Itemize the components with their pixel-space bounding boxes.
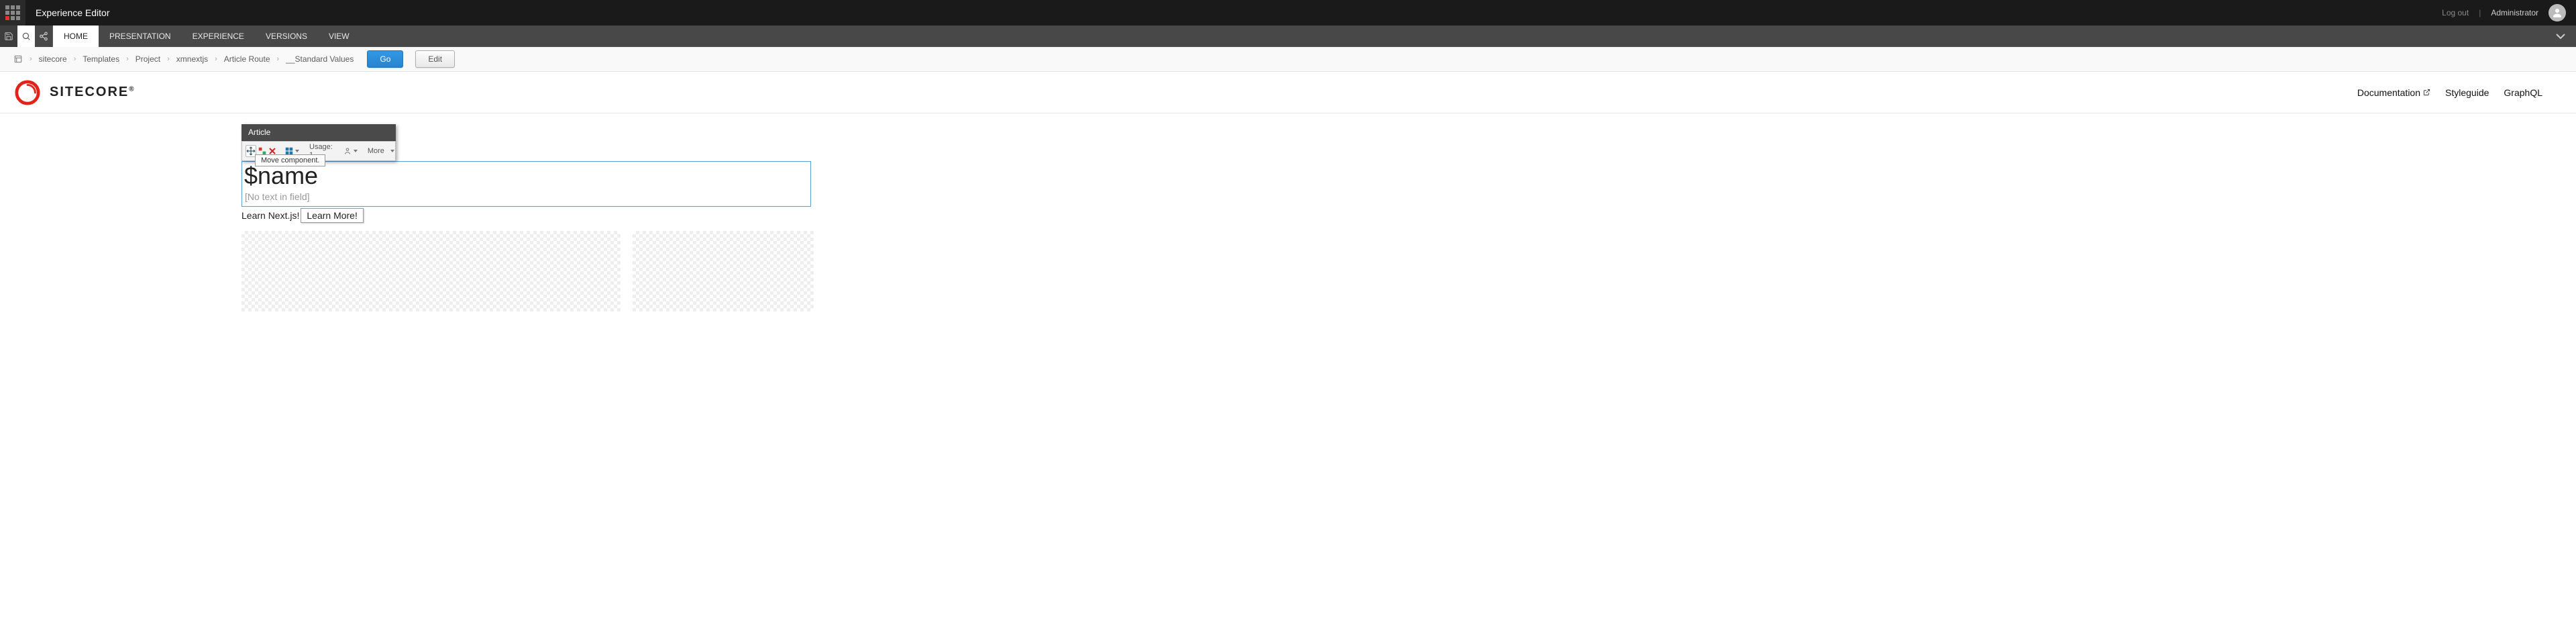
ribbon-quick-icons bbox=[0, 26, 53, 47]
breadcrumb-sep: › bbox=[277, 55, 280, 63]
separator: | bbox=[2479, 8, 2481, 17]
empty-text-field[interactable]: [No text in field] bbox=[242, 190, 810, 206]
save-icon[interactable] bbox=[0, 26, 17, 47]
user-name[interactable]: Administrator bbox=[2491, 8, 2538, 17]
brand-name: SITECORE® bbox=[50, 85, 136, 100]
edit-frame[interactable]: $name [No text in field] bbox=[241, 161, 811, 207]
top-header: Experience Editor Log out | Administrato… bbox=[0, 0, 2576, 26]
share-icon[interactable] bbox=[35, 26, 52, 47]
breadcrumb-item[interactable]: xmnextjs bbox=[176, 54, 208, 64]
ribbon-left: HOME PRESENTATION EXPERIENCE VERSIONS VI… bbox=[0, 26, 360, 47]
tab-home[interactable]: HOME bbox=[53, 26, 99, 47]
breadcrumb-home-icon[interactable] bbox=[13, 54, 23, 64]
breadcrumb-item[interactable]: sitecore bbox=[39, 54, 67, 64]
tab-versions[interactable]: VERSIONS bbox=[255, 26, 318, 47]
breadcrumb-bar: › sitecore › Templates › Project › xmnex… bbox=[0, 47, 2576, 72]
breadcrumb-item[interactable]: __Standard Values bbox=[286, 54, 354, 64]
go-button[interactable]: Go bbox=[367, 50, 403, 68]
breadcrumb-item[interactable]: Article Route bbox=[224, 54, 270, 64]
avatar-icon[interactable] bbox=[2548, 4, 2566, 21]
app-launcher-icon[interactable] bbox=[0, 0, 25, 26]
tab-presentation[interactable]: PRESENTATION bbox=[99, 26, 182, 47]
documentation-link[interactable]: Documentation bbox=[2357, 87, 2430, 98]
more-dropdown[interactable]: More bbox=[366, 147, 394, 155]
external-link-icon bbox=[2423, 89, 2430, 96]
learn-text[interactable]: Learn Next.js! bbox=[241, 210, 299, 221]
top-header-right: Log out | Administrator bbox=[2442, 4, 2566, 21]
component-title: Article bbox=[241, 124, 396, 141]
app-title: Experience Editor bbox=[36, 7, 110, 18]
breadcrumb-item[interactable]: Project bbox=[136, 54, 160, 64]
placeholder[interactable] bbox=[241, 231, 621, 311]
breadcrumb-sep: › bbox=[74, 55, 76, 63]
tab-experience[interactable]: EXPERIENCE bbox=[182, 26, 255, 47]
collapse-ribbon-icon[interactable] bbox=[2555, 32, 2566, 42]
breadcrumb-sep: › bbox=[167, 55, 170, 63]
breadcrumb-sep: › bbox=[30, 55, 32, 63]
page-nav: SITECORE® Documentation Styleguide Graph… bbox=[0, 72, 2576, 113]
learn-row: Learn Next.js! Learn More! bbox=[241, 208, 811, 223]
edit-button[interactable]: Edit bbox=[415, 50, 455, 68]
top-header-left: Experience Editor bbox=[0, 0, 110, 26]
styleguide-link[interactable]: Styleguide bbox=[2445, 87, 2489, 98]
component-wrap: Article Usage: 1 bbox=[241, 124, 811, 311]
breadcrumb-item[interactable]: Templates bbox=[83, 54, 119, 64]
page-links: Documentation Styleguide GraphQL bbox=[2357, 87, 2542, 98]
learn-more-button[interactable]: Learn More! bbox=[301, 208, 363, 223]
ribbon-right bbox=[2555, 26, 2576, 47]
canvas: Article Usage: 1 bbox=[0, 124, 2576, 311]
search-icon[interactable] bbox=[17, 26, 35, 47]
placeholder[interactable] bbox=[633, 231, 814, 311]
personalize-icon[interactable] bbox=[343, 146, 358, 156]
brand: SITECORE® bbox=[15, 80, 136, 105]
title-field[interactable]: $name bbox=[242, 162, 810, 190]
ribbon-tabs: HOME PRESENTATION EXPERIENCE VERSIONS VI… bbox=[53, 26, 360, 47]
breadcrumb-sep: › bbox=[126, 55, 129, 63]
placeholder-row bbox=[241, 231, 811, 311]
breadcrumb-sep: › bbox=[215, 55, 217, 63]
logout-link[interactable]: Log out bbox=[2442, 8, 2469, 17]
ribbon: HOME PRESENTATION EXPERIENCE VERSIONS VI… bbox=[0, 26, 2576, 47]
graphql-link[interactable]: GraphQL bbox=[2504, 87, 2542, 98]
tab-view[interactable]: VIEW bbox=[318, 26, 360, 47]
tooltip: Move component. bbox=[255, 154, 325, 166]
component-panel: Article Usage: 1 bbox=[241, 124, 396, 161]
sitecore-logo-icon bbox=[15, 80, 40, 105]
